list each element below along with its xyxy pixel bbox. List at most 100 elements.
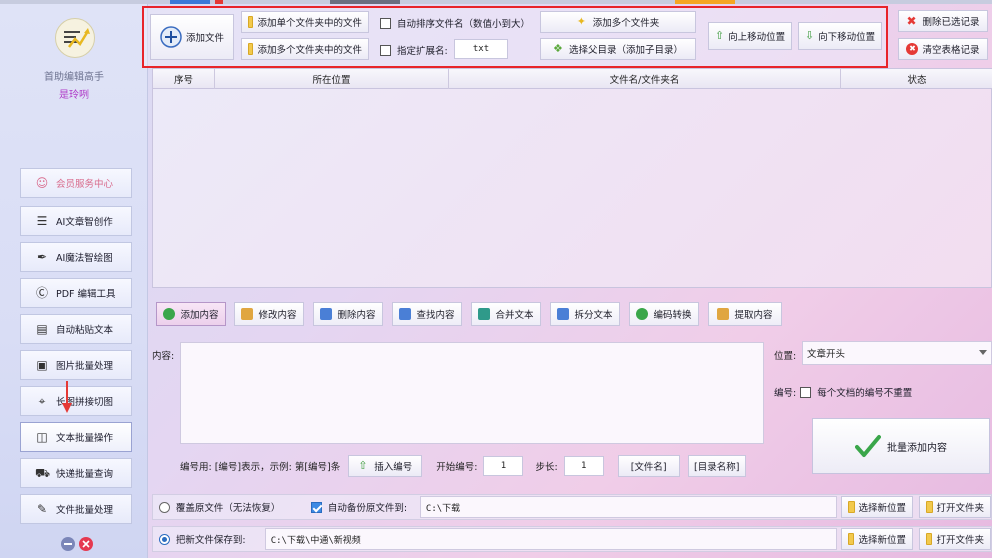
tab-add-content[interactable]: 添加内容 [156,302,226,326]
step-label: 步长: [535,462,558,473]
overwrite-label: 覆盖原文件（无法恢复） [175,503,281,514]
add-multi-folders-button[interactable]: ✦ 添加多个文件夹 [540,11,696,33]
tab-delete-content[interactable]: 删除内容 [313,302,383,326]
open-folder-button-1[interactable]: 打开文件夹 [919,496,992,518]
pdf-icon: Ⓒ [35,286,48,300]
add-multi-folder-files-button[interactable]: 添加多个文件夹中的文件 [241,38,369,60]
arrow-up-icon: ⇧ [358,459,368,472]
window-top-strip [0,0,992,4]
image-icon: ▣ [36,358,48,372]
folder-icon [926,533,933,545]
delete-doc-icon [320,308,333,320]
position-label: 位置: [774,351,797,362]
start-number-input[interactable]: 1 [483,456,524,476]
minimize-close-icons[interactable] [60,536,96,552]
select-new-pos-button-1[interactable]: 选择新位置 [841,496,914,518]
sidebar-item-ai-article[interactable]: ☰ AI文章智创作 [20,206,132,236]
split-icon [557,308,570,320]
edit-doc-icon [241,308,254,320]
batch-add-button[interactable]: 批量添加内容 [812,418,990,474]
folder-icon [248,16,254,28]
tab-find-content[interactable]: 查找内容 [392,302,462,326]
move-down-button[interactable]: ⇩ 向下移动位置 [798,22,882,50]
auto-backup-checkbox[interactable] [311,501,322,513]
brush-icon: ✒ [36,250,48,264]
auto-sort-checkbox[interactable]: 自动排序文件名（数值小到大） [380,16,530,30]
tab-split-text[interactable]: 拆分文本 [550,302,620,326]
convert-icon [636,308,649,320]
folder-icon [248,43,254,55]
folder-icon [926,501,933,513]
content-textarea[interactable] [180,342,764,444]
col-status[interactable]: 状态 [841,69,992,89]
sidebar-item-image-batch[interactable]: ▣ 图片批量处理 [20,350,132,380]
crop-icon: ⌖ [38,394,46,408]
overwrite-radio[interactable] [159,501,170,513]
open-folder-button-2[interactable]: 打开文件夹 [919,528,991,550]
save-new-label: 把新文件保存到: [175,535,246,546]
truck-icon: ⛟ [35,466,51,480]
folder-icon [848,501,855,513]
folder-icon [848,533,855,545]
file-edit-icon: ✎ [36,502,48,516]
table-header: 序号 所在位置 文件名/文件夹名 状态 [153,69,992,89]
text-icon: ◫ [36,430,48,444]
start-number-label: 开始编号: [436,462,478,473]
menu-lines-icon: ☰ [36,214,48,228]
add-circle-icon [163,308,176,320]
add-single-folder-files-button[interactable]: 添加单个文件夹中的文件 [241,11,369,33]
insert-number-button[interactable]: ⇧ 插入编号 [348,455,423,477]
col-filename[interactable]: 文件名/文件夹名 [449,69,841,89]
position-select[interactable]: 文章开头 [802,341,992,365]
save-new-radio[interactable] [159,533,170,545]
tab-encoding-convert[interactable]: 编码转换 [629,302,699,326]
chevron-down-icon [979,350,987,355]
arrow-up-icon: ⇧ [714,29,725,42]
clear-circle-icon: ✖ [906,43,919,55]
app-title: 首助编辑高手 [44,72,104,83]
sidebar-item-text-batch[interactable]: ◫ 文本批量操作 [20,422,132,452]
sidebar-item-express-query[interactable]: ⛟ 快递批量查询 [20,458,132,488]
clear-table-button[interactable]: ✖ 清空表格记录 [898,38,988,60]
number-option-row: 编号: 每个文档的编号不重置 [774,386,913,399]
sidebar-item-member-center[interactable]: ☺ 会员服务中心 [20,168,132,198]
numbering-row: 编号用: [编号]表示，示例: 第[编号]条 ⇧ 插入编号 开始编号: 1 步长:… [180,454,770,478]
tab-extract-content[interactable]: 提取内容 [708,302,782,326]
delete-selected-button[interactable]: ✖ 删除已选记录 [898,10,988,32]
dir-name-tag-button[interactable]: [目录名称] [687,455,746,477]
file-name-tag-button[interactable]: [文件名] [617,455,680,477]
find-doc-icon [399,308,412,320]
numbering-hint: 编号用: [编号]表示，示例: 第[编号]条 [180,462,341,473]
operation-tabs: 添加内容 修改内容 删除内容 查找内容 合并文本 拆分文本 编码转换 提取内容 [152,296,992,334]
col-location[interactable]: 所在位置 [215,69,449,89]
output-row-backup: 覆盖原文件（无法恢复） 自动备份原文件到: C:\下载 选择新位置 打开文件夹 [152,494,992,520]
select-new-pos-button-2[interactable]: 选择新位置 [841,528,913,550]
ext-input[interactable]: txt [454,39,508,59]
select-parent-dir-button[interactable]: ❖ 选择父目录（添加子目录） [540,38,696,60]
auto-backup-label: 自动备份原文件到: [327,503,408,514]
number-no-reset-checkbox[interactable] [800,386,812,398]
user-name: 是玲咧 [59,90,89,101]
merge-icon [478,308,491,320]
folder-star-icon: ✦ [576,15,586,28]
tab-modify-content[interactable]: 修改内容 [234,302,304,326]
checkmark-icon [855,435,881,457]
sidebar-item-file-batch[interactable]: ✎ 文件批量处理 [20,494,132,524]
user-icon: ☺ [35,176,49,190]
tab-merge-text[interactable]: 合并文本 [471,302,541,326]
specify-ext-checkbox[interactable]: 指定扩展名: [380,43,448,57]
sidebar-item-auto-paste[interactable]: ▤ 自动粘贴文本 [20,314,132,344]
save-path-input[interactable]: C:\下载\中通\新视频 [264,528,837,550]
step-input[interactable]: 1 [563,456,604,476]
col-index[interactable]: 序号 [153,69,215,89]
extract-icon [717,308,730,320]
move-up-button[interactable]: ⇧ 向上移动位置 [708,22,792,50]
add-file-button[interactable]: 添加文件 [150,14,234,60]
sidebar-item-ai-draw[interactable]: ✒ AI魔法智绘图 [20,242,132,272]
backup-path-input[interactable]: C:\下载 [419,496,838,518]
sidebar-item-pdf-tools[interactable]: Ⓒ PDF 编辑工具 [20,278,132,308]
add-circle-icon [160,26,182,48]
folder-tree-icon: ❖ [552,42,563,55]
sidebar-item-long-image[interactable]: ⌖ 长图拼接切图 [20,386,132,416]
file-table[interactable]: 序号 所在位置 文件名/文件夹名 状态 [152,68,992,288]
